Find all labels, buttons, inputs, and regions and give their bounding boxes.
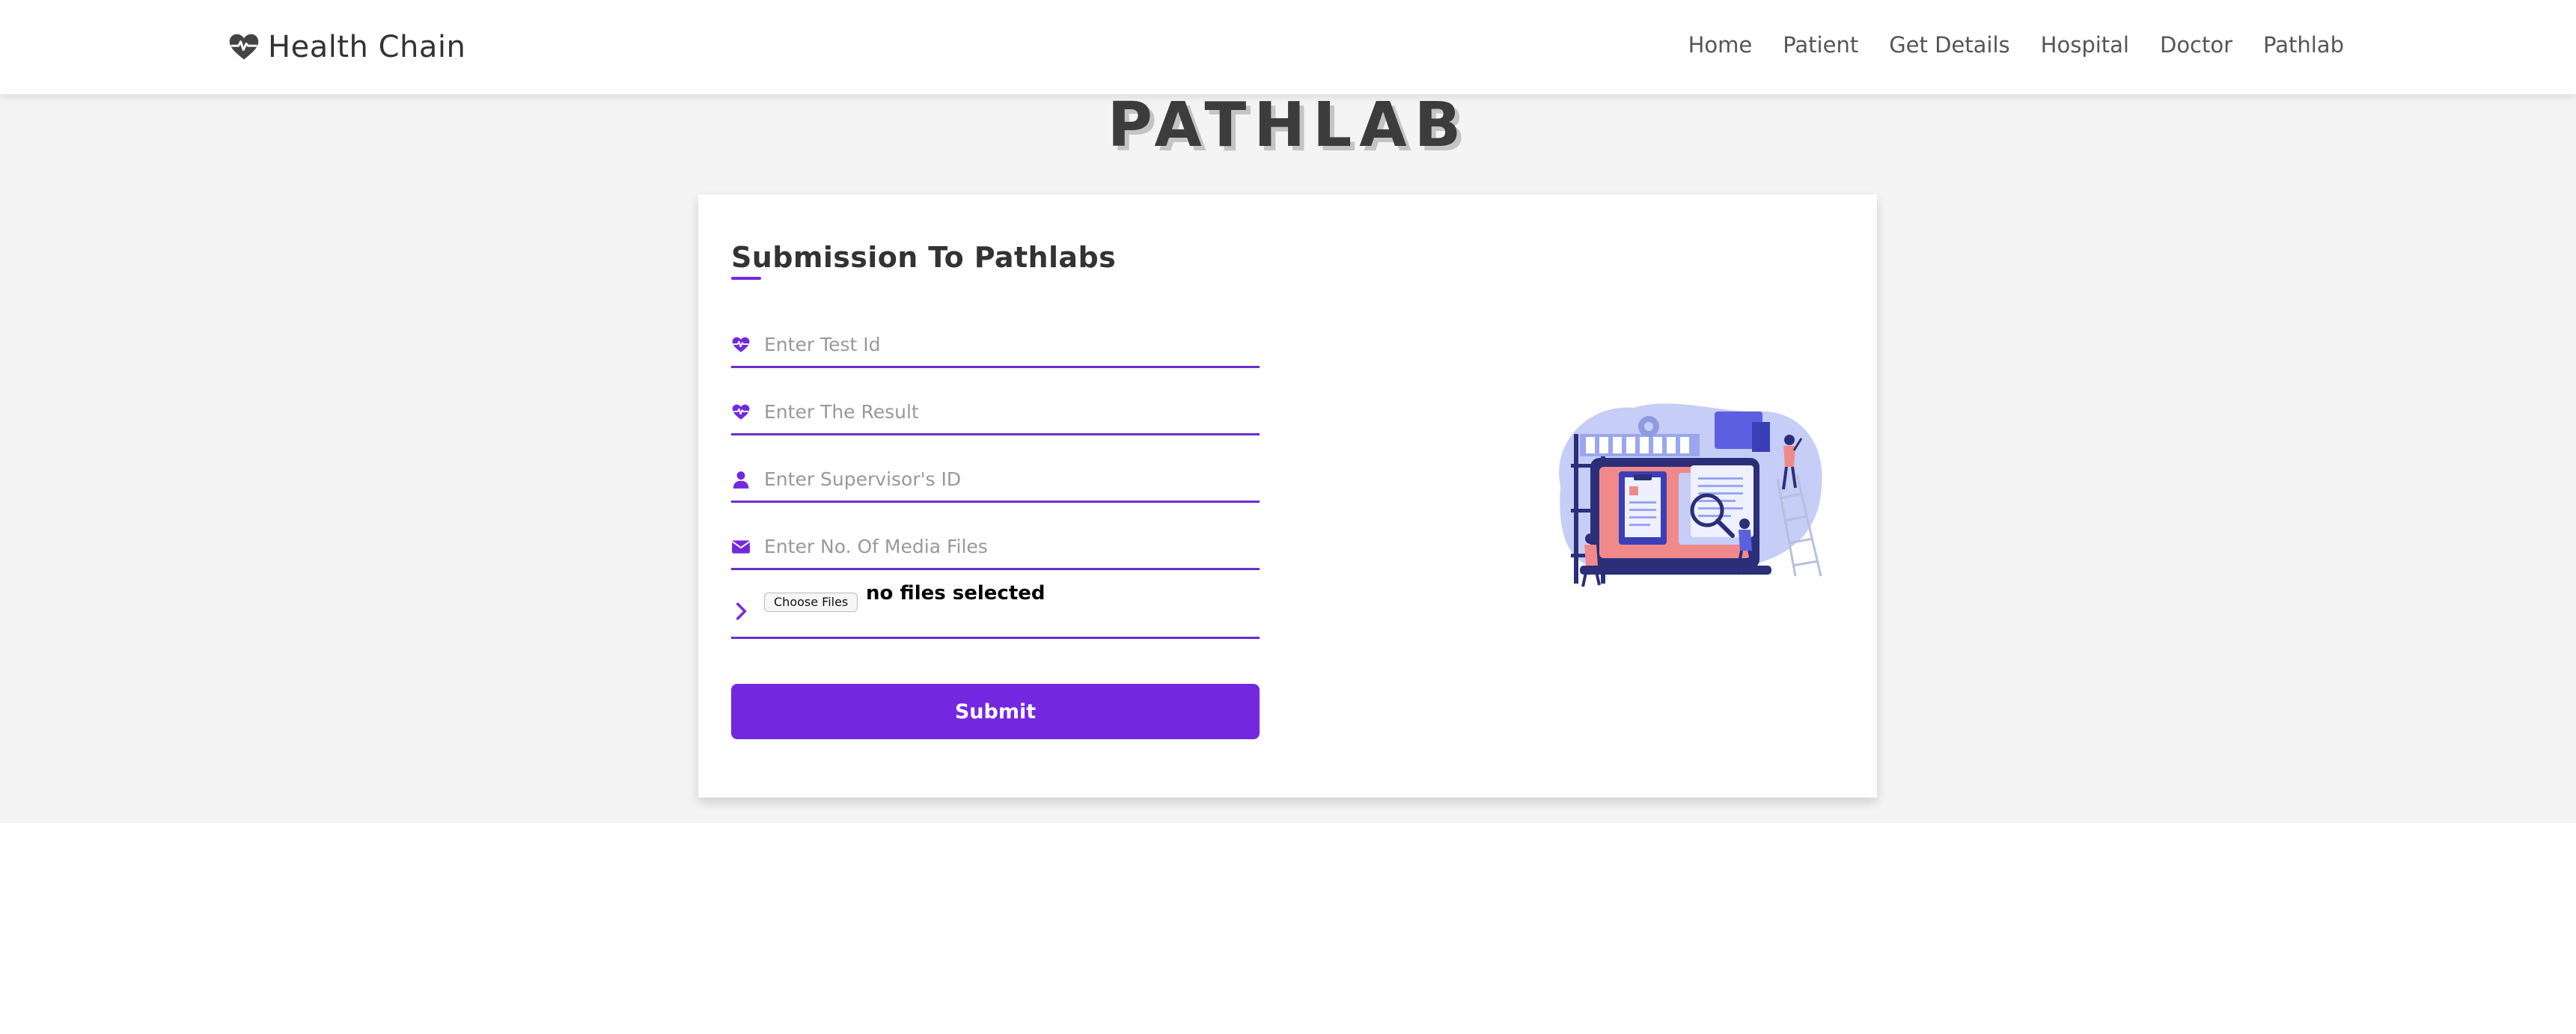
test-id-input[interactable] [764, 328, 1243, 361]
supervisor-id-input[interactable] [764, 462, 1243, 495]
navbar: Health Chain Home Patient Get Details Ho… [0, 0, 2576, 94]
nav-link-doctor[interactable]: Doctor [2160, 28, 2232, 61]
heart-pulse-icon [732, 337, 750, 352]
media-files-count-field [731, 522, 1260, 570]
nav-link-pathlab[interactable]: Pathlab [2263, 28, 2344, 61]
title-underline [731, 277, 761, 280]
form-title: Submission To Pathlabs [731, 241, 1117, 274]
nav-link-hospital[interactable]: Hospital [2041, 28, 2129, 61]
nav-link-home[interactable]: Home [1688, 28, 1753, 61]
submission-card: Submission To Pathlabs Choos [698, 195, 1877, 798]
chevron-right-icon [736, 602, 747, 620]
envelope-icon [732, 540, 750, 554]
test-id-field [731, 320, 1260, 368]
result-field [731, 388, 1260, 435]
file-status: no files selected [866, 582, 1046, 605]
supervisor-id-field [731, 455, 1260, 503]
media-files-count-input[interactable] [764, 530, 1243, 563]
lab-documents-illustration [1559, 403, 1822, 587]
submit-button[interactable]: Submit [731, 684, 1260, 739]
file-upload-field: Choose Files no files selected [731, 572, 1260, 639]
brand-name: Health Chain [268, 30, 466, 64]
nav-link-patient[interactable]: Patient [1783, 28, 1858, 61]
heart-pulse-icon [732, 404, 750, 420]
nav-link-get-details[interactable]: Get Details [1889, 28, 2009, 61]
choose-files-button[interactable]: Choose Files [764, 593, 858, 612]
page-title: PATHLAB [1107, 90, 1469, 161]
heart-pulse-icon [229, 34, 259, 60]
nav-links: Home Patient Get Details Hospital Doctor… [1688, 28, 2344, 61]
brand[interactable]: Health Chain [228, 25, 466, 69]
user-icon [733, 471, 749, 489]
result-input[interactable] [764, 395, 1243, 428]
